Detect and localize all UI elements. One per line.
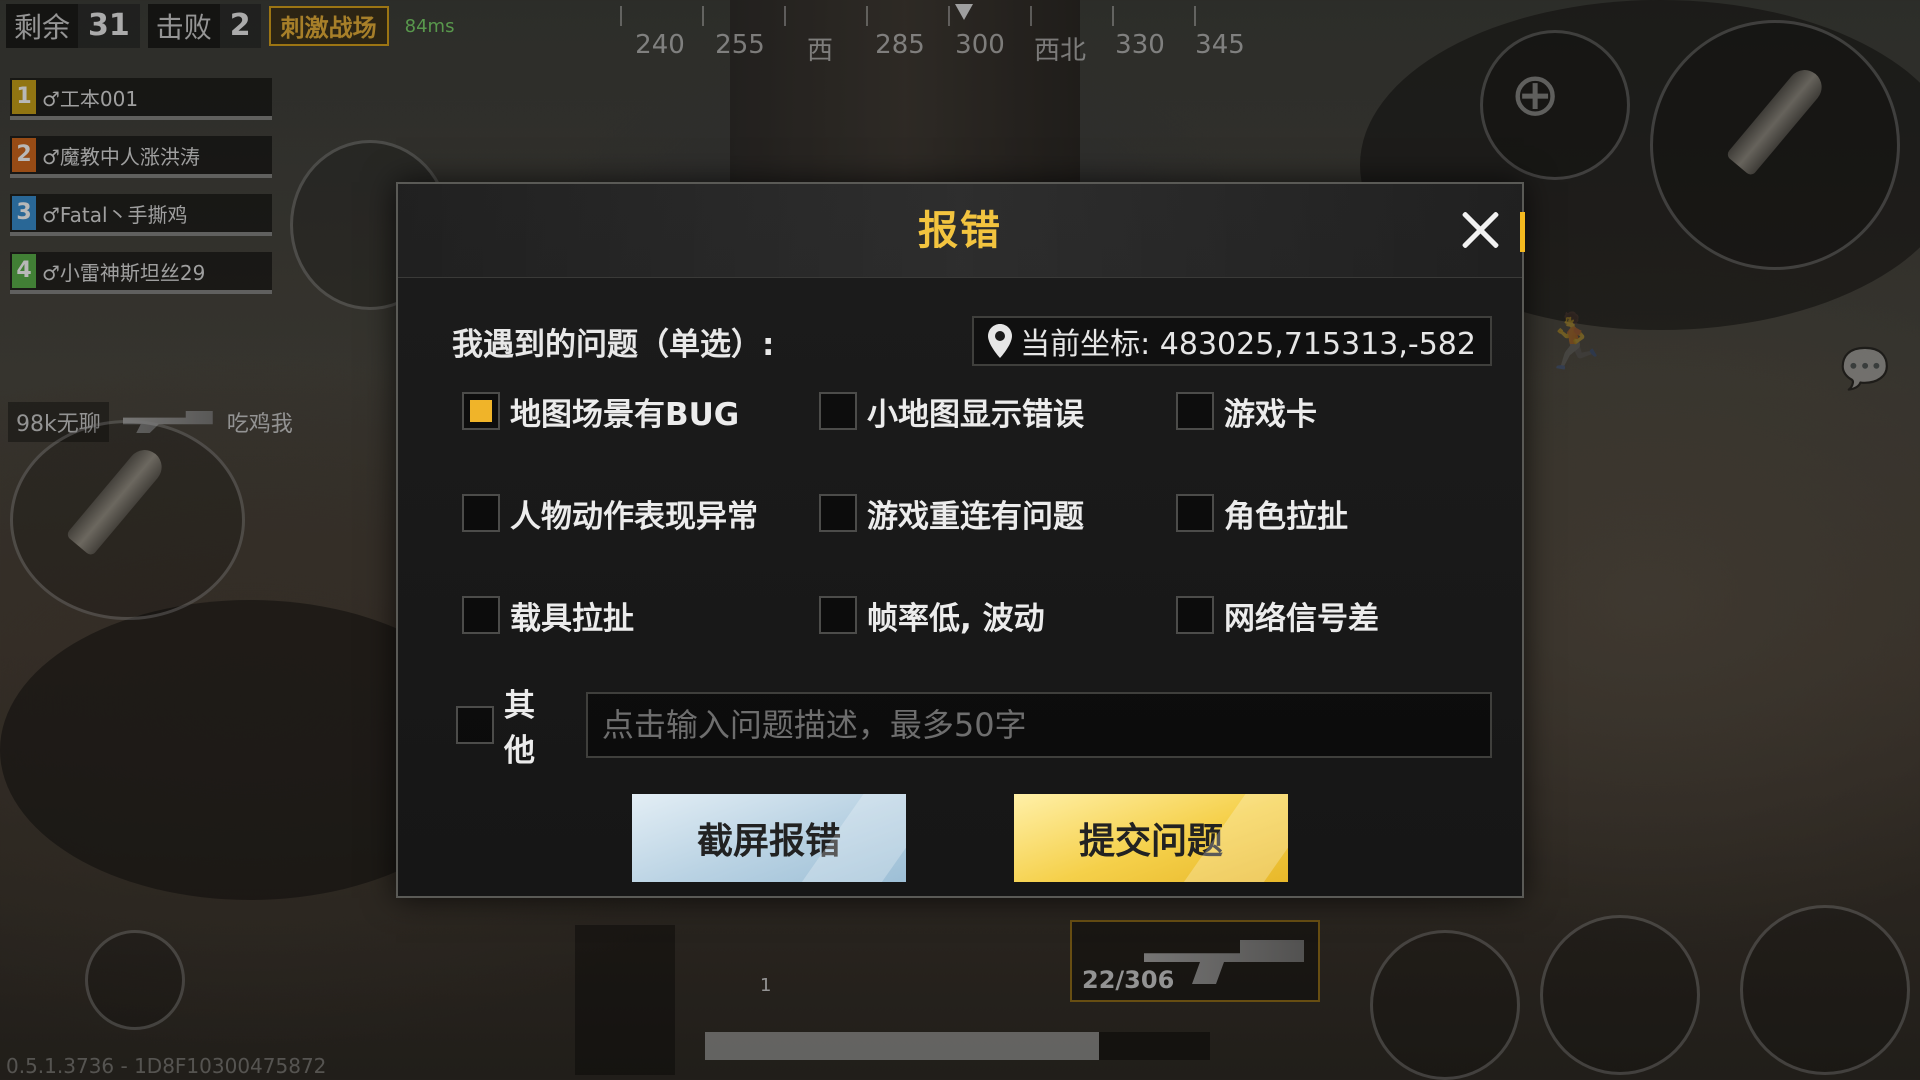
checkbox-unchecked[interactable] [819, 596, 857, 634]
issue-option-label: 载具拉扯 [510, 600, 634, 637]
issue-option-label: 人物动作表现异常 [510, 498, 758, 535]
other-row: 其他 [428, 680, 1492, 770]
checkbox-unchecked[interactable] [819, 392, 857, 430]
dialog-title: 报错 [918, 208, 1002, 254]
checkbox-unchecked[interactable] [1176, 494, 1214, 532]
checkbox-unchecked[interactable] [462, 596, 500, 634]
screenshot-report-button[interactable]: 截屏报错 [632, 794, 906, 882]
checkbox-unchecked[interactable] [819, 494, 857, 532]
issue-option[interactable]: 地图场景有BUG [462, 384, 819, 438]
checkbox-unchecked[interactable] [1176, 392, 1214, 430]
issue-option[interactable]: 人物动作表现异常 [462, 486, 819, 540]
header-accent [1520, 212, 1525, 252]
close-icon[interactable] [1456, 206, 1504, 254]
location-pin-icon [988, 324, 1013, 358]
dialog-body: 我遇到的问题（单选）: 当前坐标: 483025,715313,-582 地图场… [398, 316, 1522, 770]
question-label: 我遇到的问题（单选）: [452, 326, 775, 363]
other-description-input[interactable] [585, 692, 1492, 758]
coordinate-display: 当前坐标: 483025,715313,-582 [972, 316, 1492, 366]
question-row: 我遇到的问题（单选）: 当前坐标: 483025,715313,-582 [428, 316, 1492, 366]
issue-option-label: 游戏卡 [1224, 396, 1317, 433]
issue-option[interactable]: 小地图显示错误 [819, 384, 1176, 438]
issue-option[interactable]: 游戏卡 [1176, 384, 1496, 438]
dialog-header: 报错 [398, 184, 1525, 278]
issue-option[interactable]: 网络信号差 [1176, 588, 1496, 642]
issue-option[interactable]: 角色拉扯 [1176, 486, 1496, 540]
issue-option[interactable]: 载具拉扯 [462, 588, 819, 642]
issue-options: 地图场景有BUG 小地图显示错误 游戏卡人物动作表现异常 游戏重连有问题 角色拉扯载具拉… [428, 384, 1492, 642]
issue-option-label: 游戏重连有问题 [867, 498, 1084, 535]
checkbox-unchecked[interactable] [1176, 596, 1214, 634]
checkbox-unchecked[interactable] [462, 494, 500, 532]
issue-option-label: 网络信号差 [1224, 600, 1379, 637]
dialog-buttons: 截屏报错 提交问题 [398, 794, 1522, 882]
submit-issue-button[interactable]: 提交问题 [1014, 794, 1288, 882]
report-bug-dialog: 报错 我遇到的问题（单选）: 当前坐标: 483025,715313,-582 … [396, 182, 1525, 898]
issue-option-label: 小地图显示错误 [867, 396, 1084, 433]
other-checkbox[interactable] [456, 706, 494, 744]
issue-option[interactable]: 帧率低, 波动 [819, 588, 1176, 642]
coordinate-text: 当前坐标: 483025,715313,-582 [1020, 327, 1476, 362]
issue-option-label: 帧率低, 波动 [867, 600, 1045, 637]
other-label: 其他 [504, 688, 535, 769]
issue-option-label: 地图场景有BUG [510, 396, 740, 433]
checkbox-checked[interactable] [462, 392, 500, 430]
issue-option[interactable]: 游戏重连有问题 [819, 486, 1176, 540]
issue-option-label: 角色拉扯 [1224, 498, 1348, 535]
